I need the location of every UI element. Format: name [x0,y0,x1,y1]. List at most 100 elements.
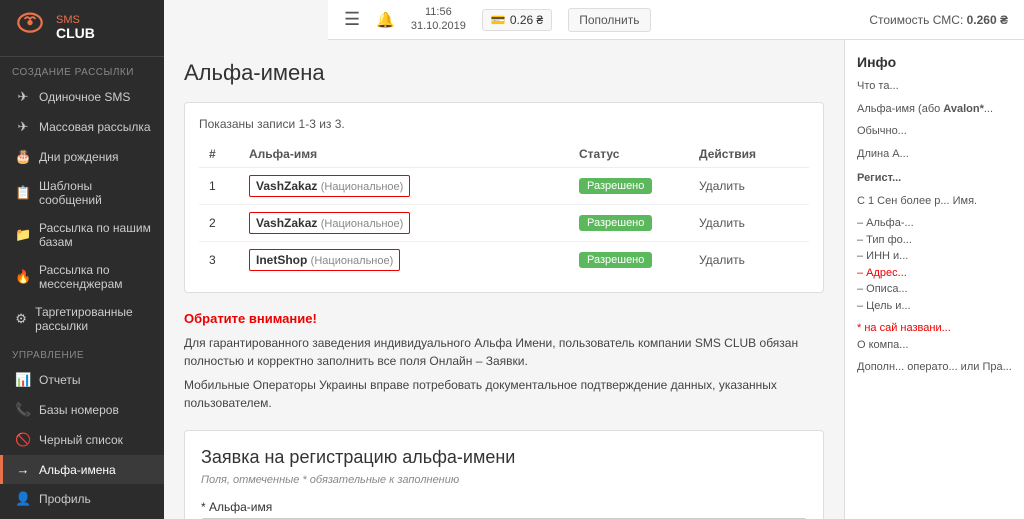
sidebar-item-alpha-names[interactable]: → Альфа-имена [0,455,164,484]
form-subtitle: Поля, отмеченные * обязательные к заполн… [201,474,807,486]
cell-num: 1 [199,168,239,205]
time-value: 11:56 [411,6,466,19]
alpha-table: # Альфа-имя Статус Действия 1 VashZakaz … [199,141,809,278]
sidebar-item-messenger[interactable]: 🔥 Рассылка по мессенджерам [0,256,164,298]
table-row: 3 InetShop (Национальное) Разрешено Удал… [199,242,809,279]
folder-icon: 📁 [15,227,31,243]
card-icon-top: 💳 [491,13,506,27]
sidebar-item-templates[interactable]: 📋 Шаблоны сообщений [0,172,164,214]
sidebar-item-label: Черный список [39,433,123,447]
content-body: Альфа-имена Показаны записи 1-3 из 3. # … [164,40,1024,519]
table-section: Показаны записи 1-3 из 3. # Альфа-имя Ст… [184,102,824,293]
sidebar-item-label: Рассылка по мессенджерам [39,263,152,291]
section-label-create: Создание рассылки [0,57,164,82]
table-row: 1 VashZakaz (Национальное) Разрешено Уда… [199,168,809,205]
right-panel-text-1: Что та... [857,78,1012,95]
sidebar-item-birthdays[interactable]: 🎂 Дни рождения [0,142,164,172]
phone-icon: 📞 [15,402,31,418]
sidebar-item-targeted[interactable]: ⚙ Таргетированные рассылки [0,298,164,340]
birthday-icon: 🎂 [15,149,31,165]
sidebar-item-single-sms[interactable]: ✈ Одиночное SMS [0,82,164,112]
refill-button[interactable]: Пополнить [568,8,650,32]
balance-value: 0.26 ₴ [510,13,543,27]
right-panel-text-3: Обычно... [857,123,1012,140]
sidebar-item-by-base[interactable]: 📁 Рассылка по нашим базам [0,214,164,256]
logo-club-text: CLUB [56,25,95,41]
notice-text-2: Мобильные Операторы Украины вправе потре… [184,376,824,412]
sidebar-item-profile[interactable]: 👤 Профиль [0,484,164,514]
sidebar-item-label: Профиль [39,492,91,506]
logo: SMS CLUB [0,0,164,57]
arrow-icon: → [15,462,31,477]
form-title: Заявка на регистрацию альфа-имени [201,447,807,468]
delete-link[interactable]: Удалить [699,179,745,193]
block-icon: 🚫 [15,432,31,448]
content-wrapper: ☰ 🔔 11:56 31.10.2019 💳 0.26 ₴ Пополнить … [164,0,1024,519]
status-badge: Разрешено [579,178,652,194]
table-row: 2 VashZakaz (Национальное) Разрешено Уда… [199,205,809,242]
notice-title: Обратите внимание! [184,311,824,326]
cell-num: 3 [199,242,239,279]
topbar-cost: Стоимость СМС: 0.260 ₴ [869,13,1008,27]
main-content: Альфа-имена Показаны записи 1-3 из 3. # … [164,40,844,519]
page-title: Альфа-имена [184,60,824,86]
fire-icon: 🔥 [15,269,31,285]
sidebar-item-mass-send[interactable]: ✈ Массовая рассылка [0,112,164,142]
status-badge: Разрешено [579,252,652,268]
sidebar-item-label: Рассылка по нашим базам [39,221,152,249]
cell-status: Разрешено [569,205,689,242]
bell-icon[interactable]: 🔔 [376,11,395,29]
menu-icon[interactable]: ☰ [344,9,360,30]
alpha-name-type: (Национальное) [311,255,394,267]
target-icon: ⚙ [15,311,27,327]
sidebar-item-finance[interactable]: $ Финансовая история [0,514,164,519]
alpha-name-main: InetShop [256,253,307,267]
right-panel-text-9: Дополн... операто... или Пра... [857,359,1012,376]
sidebar-item-reports[interactable]: 📊 Отчеты [0,365,164,395]
send-icon: ✈ [15,89,31,105]
cell-actions: Удалить [689,168,809,205]
table-info: Показаны записи 1-3 из 3. [199,117,809,131]
template-icon: 📋 [15,185,31,201]
right-panel: Инфо Что та... Альфа-имя (або Avalon*...… [844,40,1024,519]
section-label-manage: Управление [0,340,164,365]
status-badge: Разрешено [579,215,652,231]
sidebar-item-label: Массовая рассылка [39,120,151,134]
notice-text-1: Для гарантированного заведения индивидуа… [184,334,824,370]
cell-name: VashZakaz (Национальное) [239,205,569,242]
right-panel-text-8: * на сай названи...О компа... [857,320,1012,353]
col-header-num: # [199,141,239,168]
alpha-name-type: (Национальное) [321,181,404,193]
cell-status: Разрешено [569,242,689,279]
cell-num: 2 [199,205,239,242]
cost-label: Стоимость СМС: [869,13,963,27]
sidebar-item-label: Шаблоны сообщений [39,179,152,207]
delete-link[interactable]: Удалить [699,253,745,267]
col-header-name: Альфа-имя [239,141,569,168]
sidebar-item-numbers[interactable]: 📞 Базы номеров [0,395,164,425]
sidebar-item-label: Базы номеров [39,403,119,417]
field-alpha-label: * Альфа-имя [201,500,807,514]
cell-name: InetShop (Национальное) [239,242,569,279]
topbar-time: 11:56 31.10.2019 [411,6,466,32]
col-header-status: Статус [569,141,689,168]
delete-link[interactable]: Удалить [699,216,745,230]
col-header-actions: Действия [689,141,809,168]
right-panel-text-7: – Альфа-...– Тип фо...– ИНН и...– Адрес.… [857,215,1012,314]
right-panel-text-5: Регист... [857,170,1012,187]
notice-section: Обратите внимание! Для гарантированного … [184,311,824,412]
right-panel-title: Инфо [857,54,1012,70]
cell-actions: Удалить [689,242,809,279]
sidebar-item-label: Дни рождения [39,150,119,164]
alpha-name-type: (Национальное) [321,218,404,230]
logo-icon [12,10,48,46]
sidebar-item-label: Альфа-имена [39,463,116,477]
date-value: 31.10.2019 [411,20,466,33]
form-group-alpha: * Альфа-имя [201,500,807,519]
topbar-balance: 💳 0.26 ₴ [482,9,552,31]
sidebar-item-label: Таргетированные рассылки [35,305,152,333]
right-panel-text-6: С 1 Сен более р... Имя. [857,193,1012,210]
sidebar-item-label: Одиночное SMS [39,90,130,104]
right-panel-text-4: Длина А... [857,146,1012,163]
sidebar-item-blacklist[interactable]: 🚫 Черный список [0,425,164,455]
